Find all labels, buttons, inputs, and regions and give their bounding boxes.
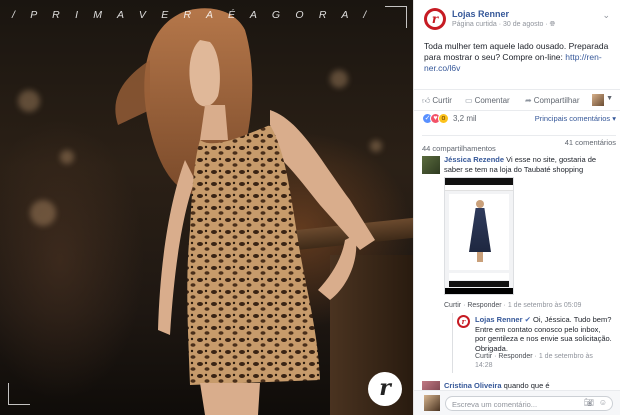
comment-meta: Curtir · Responder · 1 de setembro às 05… <box>444 302 582 309</box>
model-legs <box>477 252 483 262</box>
post-side-panel: r Lojas Renner Página curtida · 30 de ag… <box>413 0 620 415</box>
phone-status-bar <box>445 178 513 185</box>
share-as-avatar[interactable] <box>592 94 604 106</box>
phone-nav-bar <box>445 288 513 294</box>
page-avatar[interactable]: r <box>424 8 446 30</box>
post-header: r Lojas Renner Página curtida · 30 de ag… <box>424 8 614 34</box>
dress-shape <box>469 208 491 252</box>
current-user-avatar[interactable] <box>424 395 440 411</box>
comment-input-placeholder: Escreva um comentário... <box>452 400 538 409</box>
reply-like-link[interactable]: Curtir <box>475 353 492 360</box>
wow-reaction-icon[interactable]: o <box>438 113 449 124</box>
corner-frame <box>8 383 30 405</box>
thumbs-up-icon: 👍︎ <box>422 96 431 105</box>
share-label: Compartilhar <box>533 96 580 105</box>
chevron-down-icon[interactable]: ⌄ <box>602 10 610 21</box>
comment-body: Jéssica Rezende Vi esse no site, gostari… <box>444 155 616 174</box>
product-price-bar <box>449 273 509 280</box>
comment-icon: ▭ <box>465 96 473 105</box>
comment-label: Comentar <box>474 96 510 105</box>
renner-logo-watermark: r <box>368 372 402 406</box>
comment-sort-dropdown[interactable]: Principais comentários ▾ <box>535 114 616 123</box>
page-reply-avatar[interactable]: r <box>457 315 470 328</box>
globe-icon: 🌐︎ <box>549 21 556 28</box>
reply-author-name[interactable]: Lojas Renner <box>475 315 523 324</box>
reply-reply-link[interactable]: Responder <box>498 353 532 360</box>
share-icon: ➦ <box>525 96 532 105</box>
comment-composer: Escreva um comentário... 📷︎ ☺ <box>414 390 620 415</box>
reply-meta: Curtir · Responder · 1 de setembro às 14… <box>475 353 593 369</box>
comment-like-link[interactable]: Curtir <box>444 302 461 309</box>
commenter-avatar[interactable] <box>422 156 440 174</box>
product-card <box>449 194 509 270</box>
share-count[interactable]: 44 compartilhamentos <box>422 144 496 153</box>
reply-time[interactable]: 1 de setembro às 14:28 <box>475 353 593 369</box>
model-figure <box>115 8 375 415</box>
commenter-name[interactable]: Cristina Oliveira <box>444 381 502 390</box>
reactions-row: ✓ ♥ o 3,2 mil Principais comentários ▾ <box>422 113 616 127</box>
comment-time[interactable]: 1 de setembro às 05:09 <box>508 302 582 309</box>
post-photo[interactable]: / P R I M A V E R A É A G O R A / r <box>0 0 413 415</box>
post-meta-text: Página curtida · 30 de agosto · <box>452 21 550 28</box>
reaction-count[interactable]: 3,2 mil <box>453 114 477 123</box>
reply-body: Lojas Renner ✔ Oi, Jéssica. Tudo bem? En… <box>475 315 613 353</box>
comment-input[interactable]: Escreva um comentário... 📷︎ ☺ <box>445 396 613 411</box>
comment-text: quando que é <box>501 381 550 390</box>
post-text: Toda mulher tem aquele lado ousado. Prep… <box>424 41 612 74</box>
renner-logo-icon: r <box>459 317 468 326</box>
share-button[interactable]: ➦ Compartilhar <box>525 96 580 105</box>
comment-attachment-image[interactable] <box>444 177 514 295</box>
dress-model-image <box>469 200 491 262</box>
photo-caption: / P R I M A V E R A É A G O R A / <box>12 9 373 21</box>
counts-row: 44 compartilhamentos 41 comentários <box>422 135 616 153</box>
model-head <box>476 200 484 208</box>
corner-frame <box>385 6 407 28</box>
post-meta: Página curtida · 30 de agosto · 🌐︎ <box>452 21 555 29</box>
comment-reply-link[interactable]: Responder <box>467 302 501 309</box>
comment-count[interactable]: 41 comentários <box>565 138 616 147</box>
post-actions-bar: 👍︎ Curtir ▭ Comentar ➦ Compartilhar ▼ <box>414 89 620 111</box>
like-label: Curtir <box>432 96 452 105</box>
emoji-icon[interactable]: ☺ <box>599 398 607 407</box>
comment-button[interactable]: ▭ Comentar <box>465 96 510 105</box>
renner-logo-icon: r <box>427 11 443 27</box>
like-button[interactable]: 👍︎ Curtir <box>422 96 452 106</box>
page-name-link[interactable]: Lojas Renner <box>452 9 509 19</box>
caret-down-icon[interactable]: ▼ <box>606 95 613 102</box>
caret-down-icon: ▾ <box>612 114 616 123</box>
camera-icon[interactable]: 📷︎ <box>584 398 594 407</box>
sort-label: Principais comentários <box>534 114 611 123</box>
phone-header <box>445 185 513 191</box>
commenter-name[interactable]: Jéssica Rezende <box>444 155 504 164</box>
buy-button-bar <box>449 281 509 287</box>
